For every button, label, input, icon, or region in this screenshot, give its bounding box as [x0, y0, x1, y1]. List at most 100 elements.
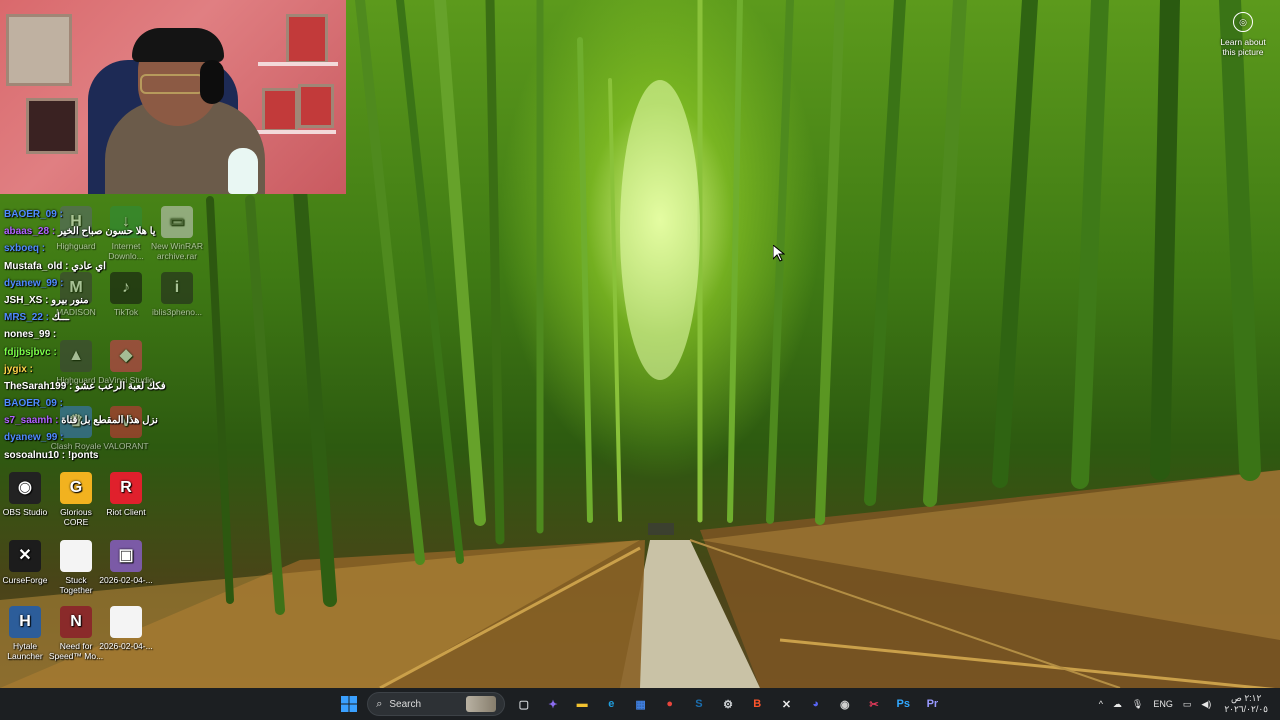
- plaque-frame: [26, 98, 78, 154]
- taskbar-photoshop-icon[interactable]: Ps: [891, 692, 915, 716]
- volume-icon[interactable]: ◀): [1201, 699, 1211, 710]
- taskbar-copilot-icon[interactable]: ✦: [541, 692, 565, 716]
- chat-text: اي عادي: [71, 260, 106, 272]
- chat-text: فكك لعبة الرعب عشو: [75, 380, 166, 392]
- microphone-icon[interactable]: 🎙: [1132, 699, 1143, 710]
- taskbar-steam-icon[interactable]: S: [687, 692, 711, 716]
- chat-username: TheSarah199 :: [4, 380, 73, 392]
- app-icon: ◉: [9, 472, 41, 504]
- chevron-up-icon[interactable]: ^: [1099, 699, 1103, 709]
- chat-username: JSH_XS :: [4, 294, 49, 306]
- chat-username: sxboeq :: [4, 243, 46, 255]
- desktop-icon[interactable]: N Need for Speed™ Mo...: [48, 606, 104, 661]
- taskbar-task-view-icon[interactable]: ▢: [512, 692, 536, 716]
- chat-username: Mustafa_old :: [4, 260, 69, 272]
- taskbar-chrome-icon[interactable]: ●: [658, 692, 682, 716]
- chat-message: BAOER_09 :: [4, 395, 194, 412]
- desktop-icon[interactable]: Stuck Together: [48, 540, 104, 595]
- onedrive-icon[interactable]: ☁: [1113, 699, 1122, 710]
- clock-date: ٢٠٢٦/٠٢/٠٥: [1224, 704, 1268, 714]
- chat-message: dyanew_99 :: [4, 429, 194, 446]
- search-highlight-icon: [466, 696, 497, 712]
- app-icon: H: [9, 606, 41, 638]
- start-button[interactable]: [337, 692, 361, 716]
- chat-message: sxboeq :: [4, 240, 194, 257]
- chat-message: abaas_28 : يا هلا حسون صباح الخير: [4, 223, 194, 240]
- shelf: [256, 130, 336, 134]
- desktop-icon[interactable]: R Riot Client: [98, 472, 154, 517]
- chat-message: BAOER_09 :: [4, 206, 194, 223]
- headset: [200, 60, 224, 104]
- chat-username: MRS_22 :: [4, 312, 50, 324]
- chat-text: ـــك: [51, 312, 70, 324]
- network-icon[interactable]: ▭: [1183, 699, 1192, 710]
- taskbar-snipping-icon[interactable]: ✂: [862, 692, 886, 716]
- search-icon: ⌕: [376, 697, 383, 710]
- app-icon: [60, 540, 92, 572]
- app-icon: [110, 606, 142, 638]
- chat-message: TheSarah199 : فكك لعبة الرعب عشو: [4, 378, 194, 395]
- taskbar-search[interactable]: ⌕ Search: [367, 692, 506, 716]
- plaque-frame: [262, 88, 298, 132]
- streamer-hair: [132, 28, 224, 62]
- taskbar-edge-icon[interactable]: e: [599, 692, 623, 716]
- camera-icon: ◎: [1233, 12, 1253, 32]
- chat-text: !ponts: [67, 449, 99, 461]
- chat-username: fdjjbsjbvc :: [4, 346, 57, 358]
- chat-username: s7_saamh :: [4, 415, 59, 427]
- desk-lamp: [228, 148, 258, 194]
- clock[interactable]: ٢:١٢ ص ٢٠٢٦/٠٢/٠٥: [1224, 693, 1268, 715]
- language-indicator[interactable]: ENG: [1153, 699, 1173, 709]
- chat-text: يا هلا حسون صباح الخير: [57, 226, 156, 238]
- clock-time: ٢:١٢ ص: [1230, 693, 1262, 703]
- taskbar-file-explorer-icon[interactable]: ▬: [570, 692, 594, 716]
- chat-username: BAOER_09 :: [4, 209, 63, 220]
- taskbar-settings-icon[interactable]: ⚙: [716, 692, 740, 716]
- app-icon: R: [110, 472, 142, 504]
- stream-chat-overlay: BAOER_09 : abaas_28 : يا هلا حسون صباح ا…: [4, 206, 194, 464]
- chat-username: dyanew_99 :: [4, 277, 64, 289]
- taskbar-discord-icon[interactable]: ◕: [804, 692, 828, 716]
- learn-about-label-2: this picture: [1222, 47, 1264, 57]
- plaque-frame: [6, 14, 72, 86]
- chat-username: BAOER_09 :: [4, 398, 63, 410]
- chat-message: sosoalnu10 : !ponts: [4, 447, 194, 464]
- desktop-icon-label: Glorious CORE: [60, 507, 92, 527]
- desktop-icon[interactable]: ✕ CurseForge: [0, 540, 53, 585]
- taskbar-obs-icon[interactable]: ◉: [833, 692, 857, 716]
- glasses: [140, 74, 204, 94]
- desktop-icon[interactable]: ◉ OBS Studio: [0, 472, 53, 517]
- desktop-icon-label: Hytale Launcher: [7, 641, 43, 661]
- chat-message: dyanew_99 :: [4, 275, 194, 292]
- chat-message: fdjjbsjbvc :: [4, 344, 194, 361]
- desktop-icon-label: 2026-02-04-...: [99, 641, 153, 651]
- chat-message: s7_saamh : نزل هذا المقطع بل قناة: [4, 412, 194, 429]
- chat-username: sosoalnu10 :: [4, 449, 66, 461]
- desktop-icon[interactable]: G Glorious CORE: [48, 472, 104, 527]
- chat-message: MRS_22 : ـــك: [4, 309, 194, 326]
- taskbar-brave-icon[interactable]: B: [745, 692, 769, 716]
- chat-message: JSH_XS : منور بيرو: [4, 292, 194, 309]
- taskbar-curseforge-icon[interactable]: ✕: [774, 692, 798, 716]
- windows-icon: [340, 696, 357, 712]
- taskbar-premiere-icon[interactable]: Pr: [920, 692, 944, 716]
- desktop-icon[interactable]: ▣ 2026-02-04-...: [98, 540, 154, 585]
- desktop-icon[interactable]: H Hytale Launcher: [0, 606, 53, 661]
- learn-about-picture[interactable]: ◎ Learn about this picture: [1216, 12, 1270, 57]
- chat-username: abaas_28 :: [4, 226, 56, 238]
- chat-username: nones_99 :: [4, 329, 57, 341]
- chat-username: jygix :: [4, 363, 33, 375]
- desktop-icon-label: Riot Client: [106, 507, 146, 517]
- chat-message: jygix :: [4, 361, 194, 378]
- app-icon: ✕: [9, 540, 41, 572]
- chat-message: Mustafa_old : اي عادي: [4, 258, 194, 275]
- system-tray: ^ ☁ 🎙 ENG ▭ ◀) ٢:١٢ ص ٢٠٢٦/٠٢/٠٥: [1094, 688, 1268, 720]
- plaque-frame: [286, 14, 328, 64]
- app-icon: ▣: [110, 540, 142, 572]
- shelf: [258, 62, 338, 66]
- taskbar-store-icon[interactable]: ▦: [629, 692, 653, 716]
- plaque-frame: [298, 84, 334, 128]
- desktop-icon[interactable]: 2026-02-04-...: [98, 606, 154, 651]
- learn-about-label-1: Learn about: [1220, 37, 1266, 47]
- taskbar: ⌕ Search ▢ ✦ ▬ e ▦ ● S ⚙ B ✕ ◕ ◉ ✂ Ps Pr ^ ☁ 🎙 ENG ▭ ◀…: [0, 688, 1280, 720]
